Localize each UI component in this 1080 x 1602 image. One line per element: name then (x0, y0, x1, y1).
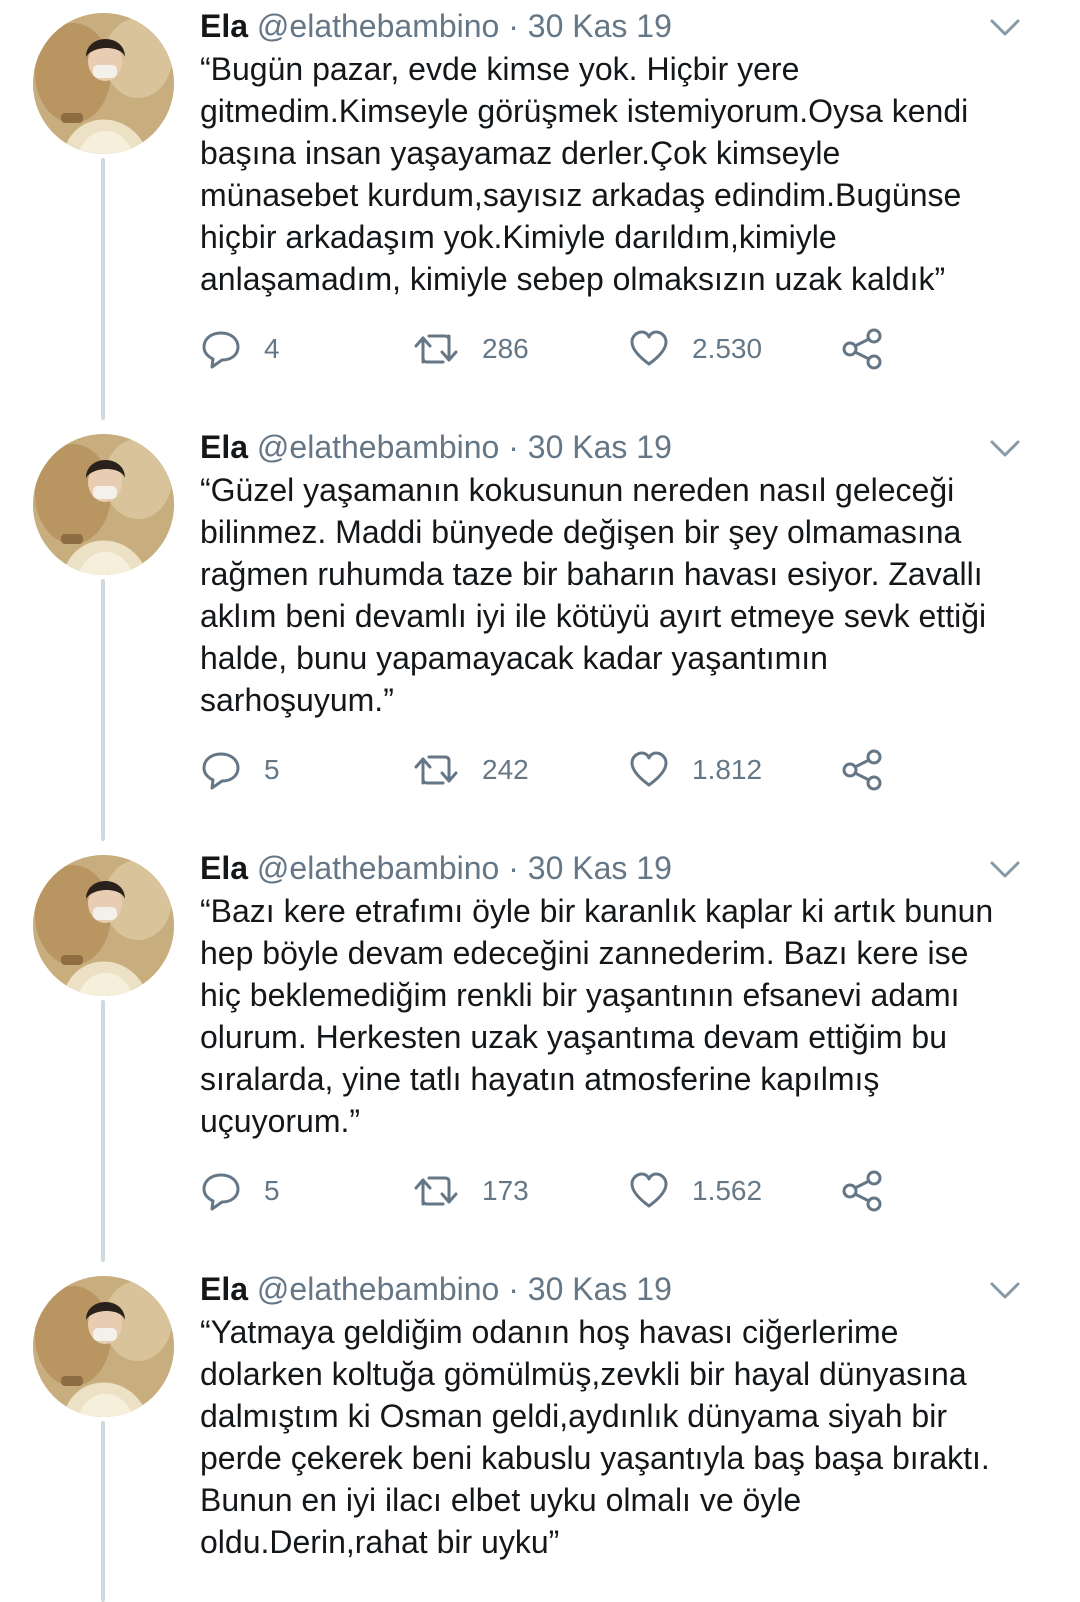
tweet-date[interactable]: 30 Kas 19 (528, 8, 672, 44)
reply-button[interactable]: 4 (200, 326, 280, 372)
retweet-count: 286 (482, 333, 529, 364)
reply-count: 5 (264, 1175, 280, 1206)
reply-button[interactable]: 5 (200, 747, 280, 793)
separator: · (508, 850, 519, 886)
tweet-header: Ela @elathebambino · 30 Kas 19 (200, 846, 980, 890)
retweet-button[interactable]: 242 (412, 747, 529, 793)
reply-count: 5 (264, 754, 280, 785)
like-count: 1.812 (692, 754, 763, 785)
tweet-text: “Güzel yaşamanın kokusunun nereden nasıl… (200, 472, 987, 718)
heart-icon (628, 1170, 670, 1212)
tweet-actions: 4 286 2.530 (200, 326, 920, 372)
chevron-down-icon[interactable] (988, 437, 1022, 461)
chevron-down-icon[interactable] (988, 1279, 1022, 1303)
separator: · (508, 1271, 519, 1307)
retweet-count: 242 (482, 754, 529, 785)
heart-icon (628, 749, 670, 791)
tweet-date[interactable]: 30 Kas 19 (528, 850, 672, 886)
share-button[interactable] (840, 747, 884, 793)
tweet[interactable]: Ela @elathebambino · 30 Kas 19 “Bazı ker… (0, 842, 1080, 1262)
like-button[interactable]: 1.812 (628, 747, 762, 793)
author-name[interactable]: Ela (200, 429, 248, 465)
tweet-header: Ela @elathebambino · 30 Kas 19 (200, 1267, 980, 1311)
tweet-date[interactable]: 30 Kas 19 (528, 429, 672, 465)
retweet-icon (412, 1170, 460, 1212)
like-count: 2.530 (692, 333, 763, 364)
chevron-down-icon[interactable] (988, 858, 1022, 882)
avatar[interactable] (33, 434, 174, 575)
reply-count: 4 (264, 333, 280, 364)
author-handle[interactable]: @elathebambino (257, 429, 499, 465)
retweet-icon (412, 328, 460, 370)
tweet-text: “Bazı kere etrafımı öyle bir karanlık ka… (200, 893, 994, 1139)
share-button[interactable] (840, 1168, 884, 1214)
share-icon (840, 748, 884, 792)
tweet-header: Ela @elathebambino · 30 Kas 19 (200, 4, 980, 48)
avatar[interactable] (33, 855, 174, 996)
tweet-text: “Yatmaya geldiğim odanın hoş havası ciğe… (200, 1314, 990, 1560)
heart-icon (628, 328, 670, 370)
author-handle[interactable]: @elathebambino (257, 8, 499, 44)
share-button[interactable] (840, 326, 884, 372)
chevron-down-icon[interactable] (988, 16, 1022, 40)
tweet-header: Ela @elathebambino · 30 Kas 19 (200, 425, 980, 469)
reply-button[interactable]: 5 (200, 1168, 280, 1214)
tweet[interactable]: Ela @elathebambino · 30 Kas 19 “Bugün pa… (0, 0, 1080, 420)
separator: · (508, 429, 519, 465)
author-name[interactable]: Ela (200, 850, 248, 886)
retweet-icon (412, 749, 460, 791)
retweet-count: 173 (482, 1175, 529, 1206)
reply-icon (200, 328, 242, 370)
author-handle[interactable]: @elathebambino (257, 850, 499, 886)
tweet[interactable]: Ela @elathebambino · 30 Kas 19 “Güzel ya… (0, 421, 1080, 841)
reply-icon (200, 1170, 242, 1212)
share-icon (840, 327, 884, 371)
avatar[interactable] (33, 13, 174, 154)
tweet-actions: 5 242 1.812 (200, 747, 920, 793)
retweet-button[interactable]: 173 (412, 1168, 529, 1214)
share-icon (840, 1169, 884, 1213)
tweet-date[interactable]: 30 Kas 19 (528, 1271, 672, 1307)
like-button[interactable]: 1.562 (628, 1168, 762, 1214)
like-count: 1.562 (692, 1175, 763, 1206)
tweet[interactable]: Ela @elathebambino · 30 Kas 19 “Yatmaya … (0, 1263, 1080, 1602)
author-name[interactable]: Ela (200, 1271, 248, 1307)
tweet-thread: Ela @elathebambino · 30 Kas 19 “Bugün pa… (0, 0, 1080, 1602)
reply-icon (200, 749, 242, 791)
avatar[interactable] (33, 1276, 174, 1417)
separator: · (508, 8, 519, 44)
tweet-text: “Bugün pazar, evde kimse yok. Hiçbir yer… (200, 51, 969, 297)
tweet-actions: 5 173 1.562 (200, 1168, 920, 1214)
author-name[interactable]: Ela (200, 8, 248, 44)
retweet-button[interactable]: 286 (412, 326, 529, 372)
author-handle[interactable]: @elathebambino (257, 1271, 499, 1307)
like-button[interactable]: 2.530 (628, 326, 762, 372)
